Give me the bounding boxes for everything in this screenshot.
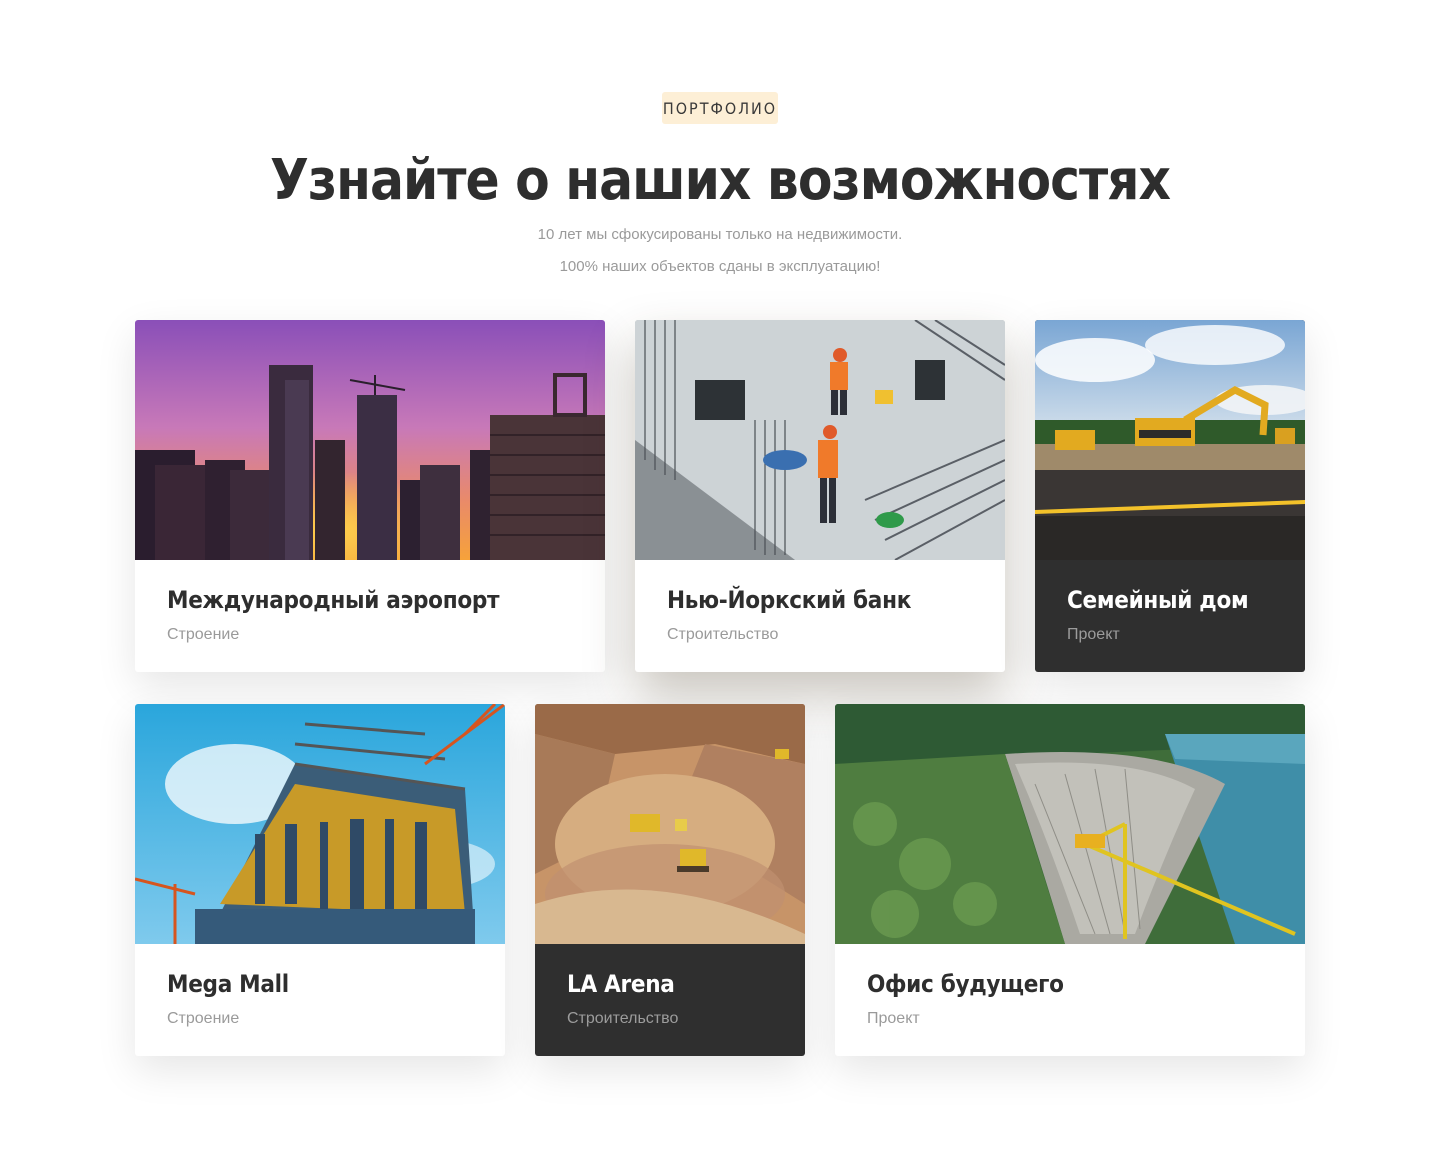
project-image-city-skyline [135, 320, 605, 560]
project-card-future-office[interactable]: Офис будущего Проект [835, 704, 1305, 1056]
project-category: Строительство [567, 1010, 679, 1027]
project-card-airport[interactable]: Международный аэропорт Строение [135, 320, 605, 672]
section-subtitle-line2: 100% наших объектов сданы в эксплуатацию… [559, 258, 881, 275]
project-title: Семейный дом [1067, 586, 1249, 614]
project-title: LA Arena [567, 970, 675, 998]
project-card-family-house[interactable]: Семейный дом Проект [1035, 320, 1305, 672]
project-category: Проект [1067, 626, 1120, 643]
project-category: Строение [167, 626, 240, 643]
project-image-dam [835, 704, 1305, 944]
section-badge: ПОРТФОЛИО [662, 92, 778, 124]
project-category: Проект [867, 1010, 920, 1027]
project-image-building-construction [135, 704, 505, 944]
project-category: Строительство [667, 626, 779, 643]
project-image-excavators [1035, 320, 1305, 560]
project-title: Международный аэропорт [167, 586, 500, 614]
project-card-mega-mall[interactable]: Mega Mall Строение [135, 704, 505, 1056]
section-title: Узнайте о наших возможностях [270, 148, 1171, 213]
project-card-la-arena[interactable]: LA Arena Строительство [535, 704, 805, 1056]
project-card-ny-bank[interactable]: Нью-Йоркский банк Строительство [635, 320, 1005, 672]
project-category: Строение [167, 1010, 240, 1027]
project-image-rebar-site [635, 320, 1005, 560]
project-title: Офис будущего [867, 970, 1064, 998]
project-image-quarry [535, 704, 805, 944]
project-title: Нью-Йоркский банк [667, 586, 912, 614]
project-title: Mega Mall [167, 970, 289, 998]
section-subtitle-line1: 10 лет мы сфокусированы только на недвиж… [537, 226, 903, 243]
